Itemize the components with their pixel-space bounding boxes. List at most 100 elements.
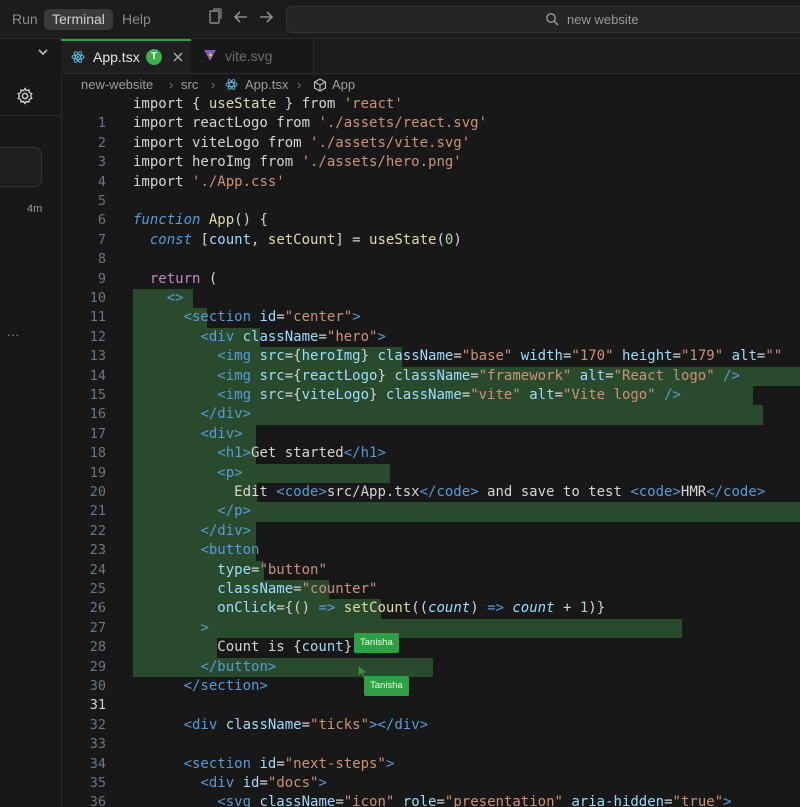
line-number: 3 bbox=[97, 154, 106, 171]
sidebar-divider bbox=[0, 115, 61, 116]
code-line[interactable]: 1 import reactLogo from './assets/react.s… bbox=[61, 114, 800, 133]
copy-icon[interactable] bbox=[206, 8, 224, 26]
code-line[interactable]: 14 <img src={reactLogo} className="frame… bbox=[61, 366, 800, 386]
code-text: </section> bbox=[183, 678, 268, 694]
line-number: 25 bbox=[89, 581, 106, 597]
code-line[interactable]: import { useState } from 'react' bbox=[61, 95, 800, 114]
line-number: 4 bbox=[97, 173, 106, 190]
gear-icon[interactable] bbox=[16, 87, 34, 105]
code-line[interactable]: 15 <img src={viteLogo} className="vite" … bbox=[61, 386, 800, 406]
code-line[interactable]: 20 Edit <code>src/App.tsx</code> and sav… bbox=[61, 483, 800, 503]
line-number: 15 bbox=[89, 387, 106, 403]
code-line[interactable]: 29 </button> bbox=[61, 657, 800, 677]
line-number: 5 bbox=[97, 193, 106, 209]
code-text: <button bbox=[200, 542, 260, 559]
editor-tabs: App.tsx T vite.svg bbox=[61, 39, 800, 74]
line-number: 11 bbox=[89, 309, 106, 326]
code-line[interactable]: 30 </section> bbox=[61, 677, 800, 696]
code-line[interactable]: 18 <h1>Get started</h1> bbox=[61, 444, 800, 464]
code-line[interactable]: 23 <button bbox=[61, 541, 800, 561]
search-text: new website bbox=[567, 12, 639, 27]
code-line[interactable]: 26 onClick={() => setCount((count) => co… bbox=[61, 599, 800, 619]
line-number: 22 bbox=[89, 522, 106, 539]
code-line[interactable]: 32 <div className="ticks"></div> bbox=[61, 716, 800, 735]
breadcrumb-folder[interactable]: new-website bbox=[81, 74, 153, 96]
code-line[interactable]: 13 <img src={heroImg} className="base" w… bbox=[61, 347, 800, 367]
menu-bar: Run Terminal Help new website bbox=[0, 0, 800, 39]
tab-app-tsx[interactable]: App.tsx T bbox=[61, 39, 191, 73]
svg-file-icon bbox=[204, 50, 216, 61]
code-line[interactable]: 11 <section id="center"> bbox=[61, 308, 800, 328]
line-number: 16 bbox=[89, 406, 106, 423]
code-line[interactable]: 31 bbox=[61, 696, 800, 715]
code-text: import viteLogo from './assets/vite.svg' bbox=[133, 134, 471, 151]
breadcrumb-symbol[interactable]: App bbox=[332, 74, 355, 96]
chevron-down-icon[interactable] bbox=[36, 45, 50, 59]
code-text: </div> bbox=[200, 522, 252, 539]
code-text: <div className="ticks"></div> bbox=[183, 716, 429, 733]
code-text: <div id="docs"> bbox=[200, 775, 327, 791]
line-number: 32 bbox=[89, 716, 106, 733]
line-number: 17 bbox=[89, 425, 106, 442]
code-line[interactable]: 10 <> bbox=[61, 289, 800, 309]
code-text: Edit <code>src/App.tsx</code> and save t… bbox=[133, 484, 766, 500]
code-text: <img src={reactLogo} className="framewor… bbox=[217, 367, 740, 384]
line-number: 26 bbox=[89, 600, 106, 617]
chevron-right-icon: › bbox=[169, 77, 174, 92]
code-line[interactable]: 6 function App() { bbox=[61, 211, 800, 230]
code-line[interactable]: 27 > bbox=[61, 618, 800, 639]
code-text: <div className="hero"> bbox=[200, 328, 386, 345]
code-line[interactable]: 34 <section id="next-steps"> bbox=[61, 755, 800, 774]
forward-arrow-icon[interactable] bbox=[257, 8, 275, 26]
line-number: 1 bbox=[97, 115, 106, 132]
breadcrumb-src[interactable]: src bbox=[181, 74, 198, 96]
code-line[interactable]: 36 <svg className="icon" role="presentat… bbox=[61, 793, 800, 807]
code-line[interactable]: 7 const [count, setCount] = useState(0) bbox=[61, 231, 800, 250]
code-line[interactable]: 17 <div> bbox=[61, 424, 800, 445]
more-icon[interactable]: ... bbox=[7, 325, 20, 339]
code-line[interactable]: 16 </div> bbox=[61, 405, 800, 425]
command-search[interactable]: new website bbox=[286, 6, 800, 33]
code-text: <h1>Get started</h1> bbox=[217, 445, 386, 462]
code-editor[interactable]: import { useState } from 'react' 1 import … bbox=[61, 95, 800, 807]
code-line[interactable]: 35 <div id="docs"> bbox=[61, 774, 800, 793]
back-arrow-icon[interactable] bbox=[232, 8, 250, 26]
close-icon[interactable] bbox=[172, 51, 184, 63]
code-text: className="counter" bbox=[217, 581, 378, 597]
code-line[interactable]: 19 <p> bbox=[61, 463, 800, 483]
code-text: <p> bbox=[217, 464, 243, 481]
line-number: 24 bbox=[89, 561, 106, 578]
code-line[interactable]: 25 className="counter" bbox=[61, 580, 800, 600]
line-number: 8 bbox=[97, 251, 106, 268]
code-line[interactable]: 5 bbox=[61, 192, 800, 211]
sidebar-input-box[interactable] bbox=[0, 147, 42, 187]
code-line[interactable]: 12 <div className="hero"> bbox=[61, 327, 800, 348]
menu-terminal[interactable]: Terminal bbox=[44, 9, 113, 30]
code-line[interactable]: 28 Count is {count} bbox=[61, 638, 800, 658]
line-number: 29 bbox=[89, 658, 106, 675]
code-line[interactable]: 9 return ( bbox=[61, 270, 800, 289]
code-line[interactable]: 2 import viteLogo from './assets/vite.svg… bbox=[61, 134, 800, 153]
code-line[interactable]: 24 type="button" bbox=[61, 560, 800, 580]
code-line[interactable]: 33 bbox=[61, 735, 800, 754]
code-text: <img src={viteLogo} className="vite" alt… bbox=[217, 387, 681, 403]
code-line[interactable]: 22 </div> bbox=[61, 521, 800, 542]
code-line[interactable]: 4 import './App.css' bbox=[61, 173, 800, 192]
component-icon bbox=[313, 78, 327, 92]
chevron-right-icon: › bbox=[297, 77, 302, 92]
menu-run[interactable]: Run bbox=[4, 9, 46, 30]
chevron-right-icon: › bbox=[211, 77, 216, 92]
line-number: 35 bbox=[89, 775, 106, 791]
tab-vite-svg[interactable]: vite.svg bbox=[191, 39, 314, 73]
code-text: import './App.css' bbox=[133, 173, 285, 190]
code-line[interactable]: 8 bbox=[61, 250, 800, 269]
breadcrumb-file[interactable]: App.tsx bbox=[245, 74, 288, 96]
menu-help[interactable]: Help bbox=[114, 9, 159, 30]
code-text: </div> bbox=[200, 406, 252, 423]
tab-label: vite.svg bbox=[225, 48, 273, 64]
line-number: 7 bbox=[97, 231, 106, 248]
code-line[interactable]: 3 import heroImg from './assets/hero.png' bbox=[61, 153, 800, 172]
search-icon bbox=[546, 13, 559, 26]
line-number: 6 bbox=[97, 212, 106, 229]
code-line[interactable]: 21 </p> bbox=[61, 502, 800, 522]
